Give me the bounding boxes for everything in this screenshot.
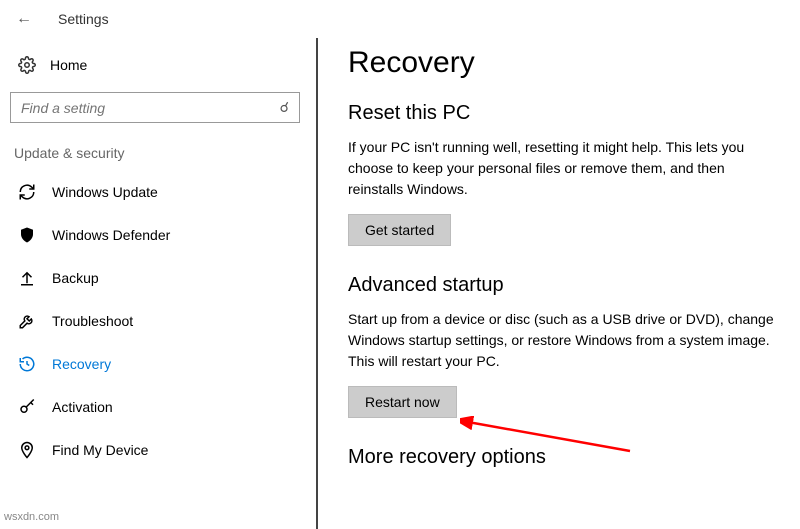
sidebar-item-label: Backup — [52, 270, 99, 286]
shield-icon — [18, 226, 36, 244]
sidebar-item-label: Troubleshoot — [52, 313, 133, 329]
home-label: Home — [50, 57, 87, 73]
page-title: Recovery — [348, 46, 780, 80]
advanced-heading: Advanced startup — [348, 274, 780, 297]
sidebar-item-windows-defender[interactable]: Windows Defender — [10, 214, 300, 257]
home-nav[interactable]: Home — [10, 48, 300, 82]
sidebar-item-find-my-device[interactable]: Find My Device — [10, 429, 300, 472]
sidebar-item-label: Windows Update — [52, 184, 158, 200]
get-started-button[interactable]: Get started — [348, 214, 451, 246]
search-icon: ☌ — [280, 99, 289, 116]
window-title: Settings — [58, 11, 109, 27]
search-input[interactable] — [21, 100, 280, 116]
advanced-body: Start up from a device or disc (such as … — [348, 309, 778, 372]
sync-icon — [18, 183, 36, 201]
sidebar-item-label: Find My Device — [52, 442, 148, 458]
sidebar-item-recovery[interactable]: Recovery — [10, 343, 300, 386]
sidebar-item-troubleshoot[interactable]: Troubleshoot — [10, 300, 300, 343]
content-area: Recovery Reset this PC If your PC isn't … — [316, 38, 800, 529]
wrench-icon — [18, 312, 36, 330]
sidebar-item-label: Activation — [52, 399, 113, 415]
sidebar-item-label: Windows Defender — [52, 227, 170, 243]
gear-icon — [18, 56, 36, 74]
reset-heading: Reset this PC — [348, 102, 780, 125]
location-icon — [18, 441, 36, 459]
sidebar: Home ☌ Update & security Windows Update … — [0, 38, 310, 529]
restart-now-button[interactable]: Restart now — [348, 386, 457, 418]
section-label: Update & security — [10, 145, 300, 161]
back-button[interactable]: ← — [10, 8, 38, 30]
key-icon — [18, 398, 36, 416]
backup-icon — [18, 269, 36, 287]
search-box[interactable]: ☌ — [10, 92, 300, 123]
sidebar-item-backup[interactable]: Backup — [10, 257, 300, 300]
history-icon — [18, 355, 36, 373]
reset-body: If your PC isn't running well, resetting… — [348, 137, 778, 200]
sidebar-item-activation[interactable]: Activation — [10, 386, 300, 429]
watermark: wsxdn.com — [4, 511, 59, 523]
sidebar-item-windows-update[interactable]: Windows Update — [10, 171, 300, 214]
more-heading: More recovery options — [348, 446, 780, 469]
sidebar-item-label: Recovery — [52, 356, 111, 372]
